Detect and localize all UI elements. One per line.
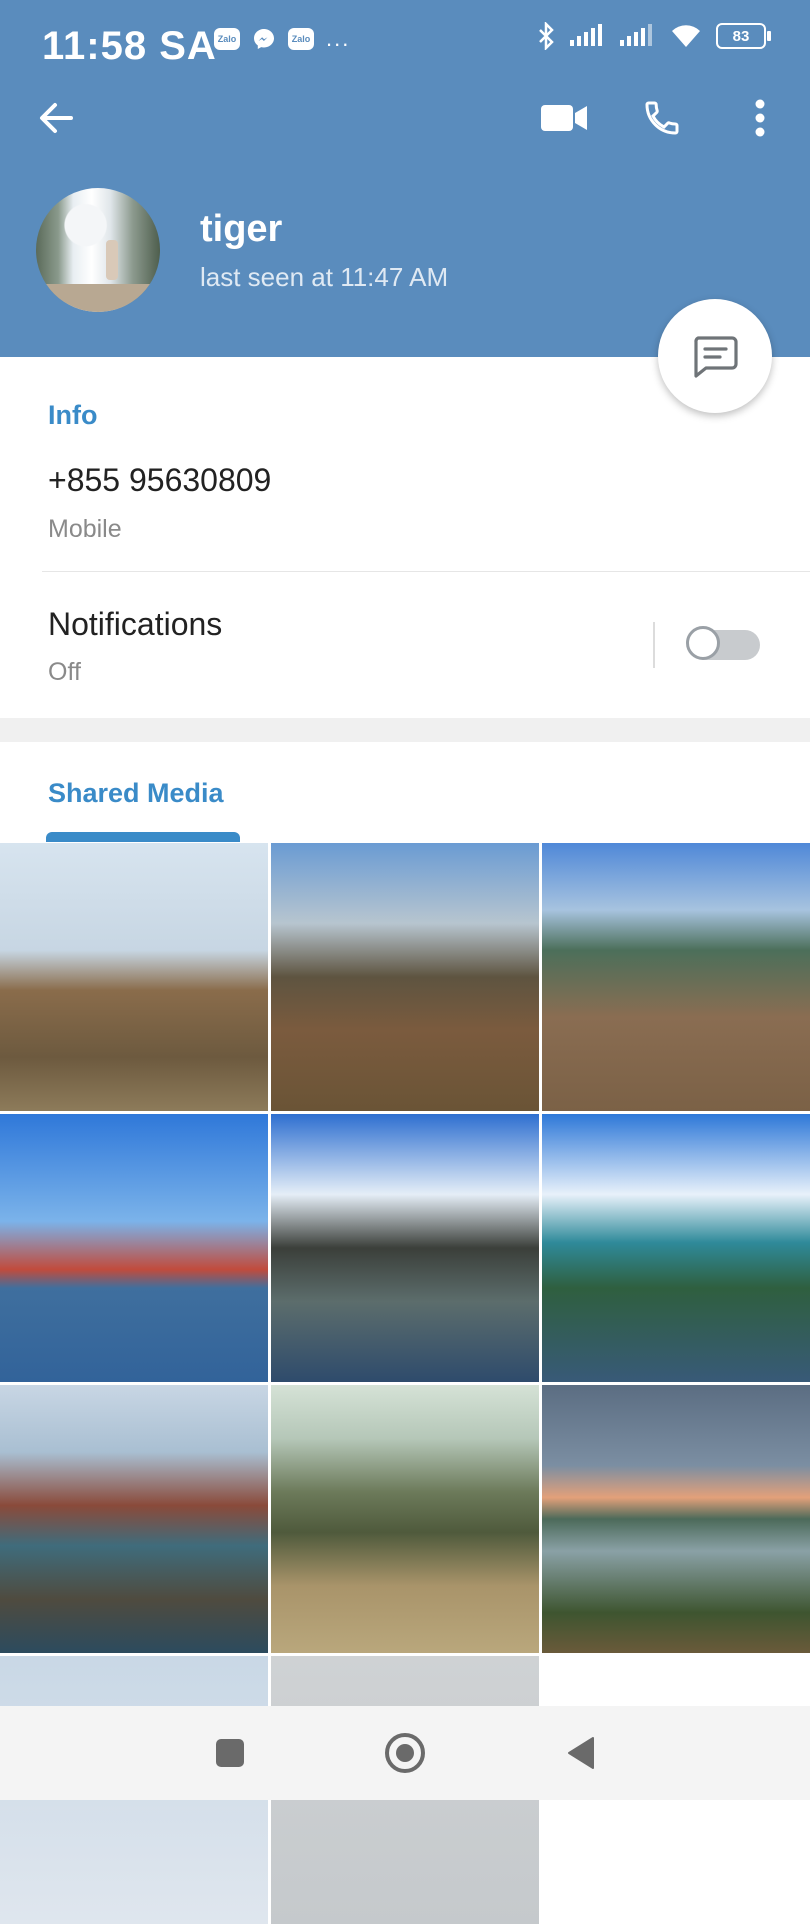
more-notifications-icon: ... xyxy=(326,26,351,51)
back-button[interactable] xyxy=(26,88,86,148)
notification-icons: Zalo Zalo ... xyxy=(214,26,350,52)
more-vert-icon xyxy=(755,99,765,137)
toggle-knob xyxy=(686,626,720,660)
status-bar: 11:58 SA Zalo Zalo ... 83 xyxy=(0,0,810,80)
notifications-label: Notifications xyxy=(48,606,223,642)
video-call-button[interactable] xyxy=(534,88,594,148)
call-button[interactable] xyxy=(632,88,692,148)
last-seen-status: last seen at 11:47 AM xyxy=(200,262,449,292)
media-thumbnail[interactable] xyxy=(542,1114,810,1382)
info-section-title: Info xyxy=(48,400,98,430)
media-thumbnail[interactable] xyxy=(0,843,268,1111)
system-icons: 83 xyxy=(538,22,771,50)
back-arrow-icon xyxy=(40,103,73,133)
divider xyxy=(653,622,655,668)
square-icon xyxy=(216,1739,244,1767)
zalo-icon: Zalo xyxy=(288,28,314,50)
battery-icon: 83 xyxy=(716,23,771,49)
divider xyxy=(42,571,810,572)
notifications-toggle[interactable] xyxy=(686,626,760,660)
phone-number[interactable]: +855 95630809 xyxy=(48,462,271,499)
phone-icon xyxy=(645,101,679,135)
media-thumbnail[interactable] xyxy=(0,1385,268,1653)
profile-name: tiger xyxy=(200,208,283,250)
send-message-button[interactable] xyxy=(658,299,772,413)
chat-icon xyxy=(694,336,738,378)
media-thumbnail[interactable] xyxy=(542,1385,810,1653)
status-time: 11:58 SA xyxy=(42,24,217,68)
tab-indicator xyxy=(46,832,240,842)
media-thumbnail[interactable] xyxy=(542,843,810,1111)
home-button[interactable] xyxy=(360,1706,450,1800)
phone-label: Mobile xyxy=(48,515,122,543)
section-separator xyxy=(0,718,810,742)
system-nav-bar xyxy=(0,1706,810,1800)
media-thumbnail[interactable] xyxy=(0,1114,268,1382)
signal-icon xyxy=(620,24,652,46)
zalo-icon: Zalo xyxy=(214,28,240,50)
bluetooth-icon xyxy=(539,22,554,50)
profile-header: 11:58 SA Zalo Zalo ... 83 tiger last see… xyxy=(0,0,810,357)
triangle-back-icon xyxy=(568,1737,594,1769)
wifi-icon xyxy=(672,25,700,47)
more-button[interactable] xyxy=(730,88,790,148)
signal-icon xyxy=(570,24,602,46)
avatar[interactable] xyxy=(36,188,160,312)
battery-level: 83 xyxy=(732,27,750,45)
media-thumbnail[interactable] xyxy=(271,843,539,1111)
media-thumbnail[interactable] xyxy=(271,1385,539,1653)
back-nav-button[interactable] xyxy=(535,1706,625,1800)
home-circle-icon xyxy=(385,1733,425,1773)
recents-button[interactable] xyxy=(185,1706,275,1800)
video-call-icon xyxy=(541,105,587,131)
messenger-icon xyxy=(254,29,274,49)
notifications-value: Off xyxy=(48,658,81,686)
tab-shared-media[interactable]: Shared Media xyxy=(48,778,224,809)
media-thumbnail[interactable] xyxy=(271,1114,539,1382)
